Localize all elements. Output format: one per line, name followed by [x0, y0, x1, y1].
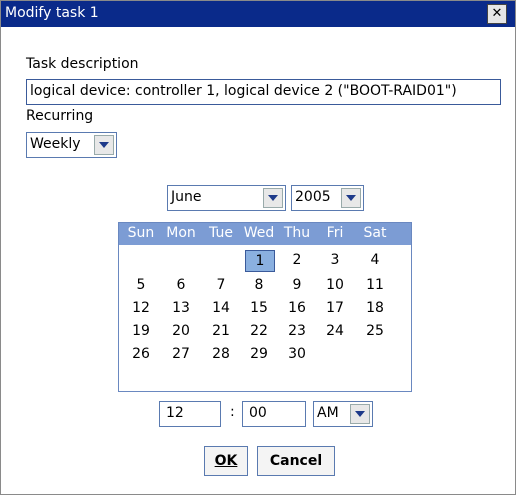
- title-bar: Modify task 1 ✕: [1, 1, 515, 27]
- calendar-day[interactable]: 10: [321, 275, 349, 295]
- calendar-day[interactable]: 15: [245, 298, 273, 318]
- weekday-label: Tue: [209, 225, 233, 241]
- calendar-day[interactable]: 8: [245, 275, 273, 295]
- calendar-day[interactable]: 29: [245, 344, 273, 364]
- weekday-label: Sun: [127, 225, 155, 241]
- calendar-day[interactable]: 7: [207, 275, 235, 295]
- recurring-select[interactable]: Weekly: [26, 132, 117, 158]
- calendar-grid: Sun Mon Tue Wed Thu Fri Sat 1 2 3 4 5 6 …: [118, 222, 412, 392]
- cancel-label: Cancel: [269, 453, 323, 469]
- close-button[interactable]: ✕: [487, 4, 507, 24]
- hour-field[interactable]: 12: [159, 401, 221, 427]
- calendar-day[interactable]: 4: [361, 250, 389, 270]
- calendar-day[interactable]: 14: [207, 298, 235, 318]
- calendar-day[interactable]: 21: [207, 321, 235, 341]
- ok-button[interactable]: OK: [204, 446, 248, 476]
- weekday-label: Fri: [326, 225, 344, 241]
- calendar-day[interactable]: 9: [283, 275, 311, 295]
- calendar-day[interactable]: 18: [361, 298, 389, 318]
- calendar-day[interactable]: 17: [321, 298, 349, 318]
- month-select[interactable]: June: [167, 185, 286, 211]
- calendar-day[interactable]: 16: [283, 298, 311, 318]
- chevron-down-icon[interactable]: [341, 188, 361, 208]
- year-select[interactable]: 2005: [291, 185, 364, 211]
- weekday-label: Thu: [283, 225, 311, 241]
- window-title: Modify task 1: [5, 5, 99, 21]
- calendar-day[interactable]: 27: [167, 344, 195, 364]
- calendar-day[interactable]: 12: [127, 298, 155, 318]
- ampm-value: AM: [317, 405, 339, 421]
- recurring-label: Recurring: [26, 108, 94, 124]
- task-description-label: Task description: [26, 56, 139, 72]
- minute-value: 00: [249, 405, 267, 421]
- calendar-day[interactable]: 19: [127, 321, 155, 341]
- month-value: June: [171, 189, 202, 205]
- cancel-button[interactable]: Cancel: [257, 446, 335, 476]
- modify-task-dialog: Modify task 1 ✕ Task description Recurri…: [0, 0, 516, 495]
- ampm-select[interactable]: AM: [313, 401, 373, 427]
- calendar-day[interactable]: 28: [207, 344, 235, 364]
- calendar-day[interactable]: 3: [321, 250, 349, 270]
- calendar-day[interactable]: 23: [283, 321, 311, 341]
- calendar-day[interactable]: 26: [127, 344, 155, 364]
- chevron-down-icon[interactable]: [94, 135, 114, 155]
- chevron-down-icon[interactable]: [350, 404, 370, 424]
- calendar-day[interactable]: 5: [127, 275, 155, 295]
- ok-label: OK: [214, 453, 238, 469]
- calendar-day[interactable]: 1: [245, 250, 275, 272]
- chevron-down-icon[interactable]: [263, 188, 283, 208]
- calendar-day[interactable]: 6: [167, 275, 195, 295]
- task-description-field[interactable]: [26, 79, 501, 105]
- calendar-day[interactable]: 22: [245, 321, 273, 341]
- close-icon: ✕: [491, 6, 503, 21]
- task-description-input[interactable]: [27, 80, 499, 102]
- minute-field[interactable]: 00: [242, 401, 306, 427]
- weekday-label: Wed: [243, 225, 275, 241]
- calendar-day[interactable]: 11: [361, 275, 389, 295]
- year-value: 2005: [295, 189, 331, 205]
- recurring-value: Weekly: [30, 136, 81, 152]
- hour-value: 12: [166, 405, 184, 421]
- weekday-label: Sat: [363, 225, 387, 241]
- calendar-day[interactable]: 2: [283, 250, 311, 270]
- calendar-day[interactable]: 30: [283, 344, 311, 364]
- calendar-day[interactable]: 20: [167, 321, 195, 341]
- weekday-label: Mon: [166, 225, 196, 241]
- time-separator: :: [230, 404, 235, 420]
- calendar-day[interactable]: 13: [167, 298, 195, 318]
- calendar-day[interactable]: 25: [361, 321, 389, 341]
- weekday-header: Sun Mon Tue Wed Thu Fri Sat: [119, 223, 411, 245]
- calendar-day[interactable]: 24: [321, 321, 349, 341]
